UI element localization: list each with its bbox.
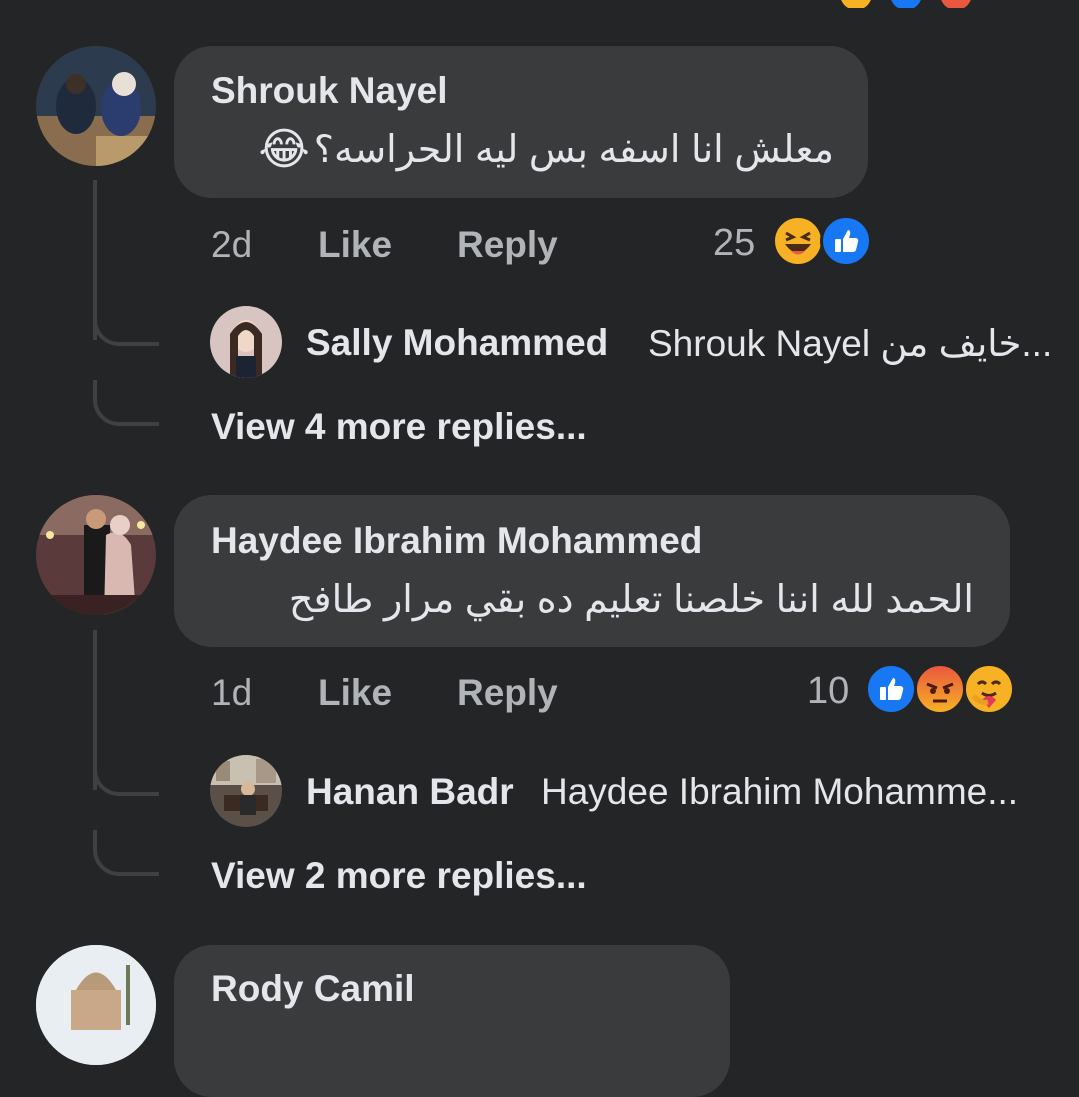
thread-connector	[93, 830, 159, 876]
top-reply-fragment	[505, 0, 565, 10]
avatar-rody[interactable]	[36, 945, 156, 1065]
thread-connector	[93, 380, 159, 426]
avatar-sally[interactable]	[210, 306, 282, 378]
comment-author[interactable]: Haydee Ibrahim Mohammed	[211, 520, 702, 562]
reaction-count[interactable]: 10	[807, 670, 849, 713]
reply-button[interactable]: Reply	[457, 672, 558, 714]
avatar-shrouk[interactable]	[36, 46, 156, 166]
like-button[interactable]: Like	[318, 224, 392, 266]
view-more-replies[interactable]: View 2 more replies...	[211, 855, 587, 897]
thread-connector	[93, 750, 159, 796]
reply-preview[interactable]: Haydee Ibrahim Mohamme...	[541, 771, 1018, 813]
comment-timestamp[interactable]: 2d	[211, 224, 252, 266]
like-icon[interactable]	[865, 663, 917, 715]
haha-icon[interactable]	[772, 215, 824, 267]
reply-author[interactable]: Hanan Badr	[306, 771, 514, 813]
top-reactions-fragment	[840, 0, 980, 8]
comment-author[interactable]: Rody Camil	[211, 968, 415, 1010]
reaction-count[interactable]: 25	[713, 222, 755, 265]
comment-text-row: 😂 معلش انا اسفه بس ليه الحراسه؟	[258, 124, 834, 175]
comment-bubble[interactable]	[174, 495, 1010, 647]
comment-text: معلش انا اسفه بس ليه الحراسه؟	[313, 129, 834, 171]
comment-bubble[interactable]	[174, 46, 868, 198]
comment-text: الحمد لله اننا خلصنا تعليم ده بقي مرار ط…	[288, 579, 974, 621]
angry-icon[interactable]	[914, 663, 966, 715]
reply-author[interactable]: Sally Mohammed	[306, 322, 608, 364]
laughing-tears-emoji: 😂	[258, 125, 310, 174]
view-more-replies[interactable]: View 4 more replies...	[211, 406, 587, 448]
reply-button[interactable]: Reply	[457, 224, 558, 266]
reply-preview[interactable]: Shrouk Nayel خايف من...	[648, 322, 1052, 365]
care-icon[interactable]	[963, 663, 1015, 715]
like-button[interactable]: Like	[318, 672, 392, 714]
thread-connector	[93, 300, 159, 346]
avatar-hanan[interactable]	[210, 755, 282, 827]
like-icon[interactable]	[820, 215, 872, 267]
avatar-haydee[interactable]	[36, 495, 156, 615]
comment-author[interactable]: Shrouk Nayel	[211, 70, 447, 112]
comment-timestamp[interactable]: 1d	[211, 672, 252, 714]
